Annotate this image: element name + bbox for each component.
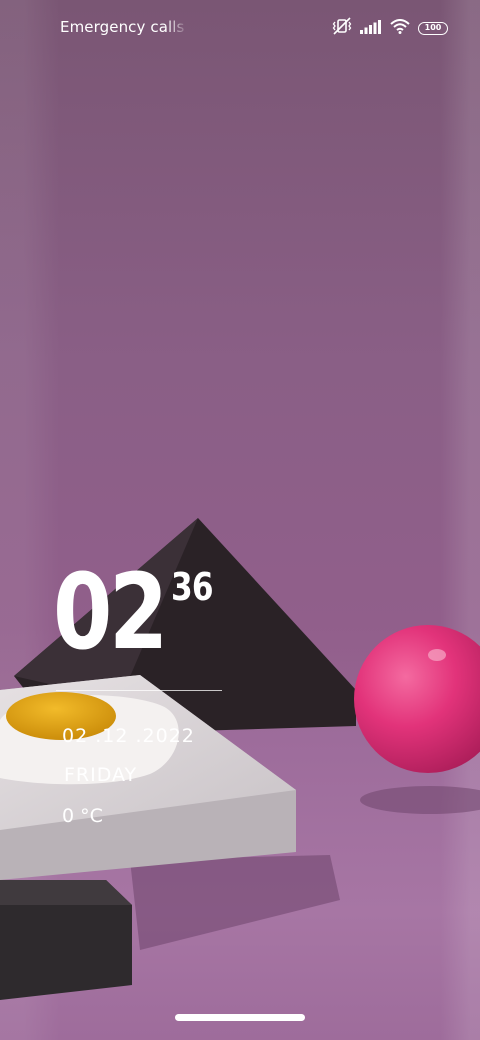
clock-hours: 02: [53, 551, 168, 673]
slab-shadow: [130, 855, 340, 950]
clock-divider: [56, 690, 222, 691]
day-text: FRIDAY: [64, 764, 138, 786]
pink-ball: [354, 625, 480, 773]
temperature-text: 0 °C: [62, 805, 103, 827]
home-indicator[interactable]: [175, 1014, 305, 1021]
ball-shadow: [360, 786, 480, 814]
status-bar: Emergency calls only: [0, 0, 480, 56]
status-icons: 100: [332, 17, 448, 39]
signal-icon: [360, 19, 382, 38]
vibrate-off-icon: [332, 17, 352, 39]
wifi-icon: [390, 18, 410, 38]
ball-highlight: [428, 649, 446, 661]
battery-icon: 100: [418, 21, 448, 35]
wallpaper-scene: [0, 518, 480, 1000]
battery-level: 100: [424, 23, 442, 32]
clock-minutes: 36: [171, 565, 214, 609]
lock-screen: Emergency calls only: [0, 0, 480, 1040]
carrier-status-text: Emergency calls only: [60, 18, 184, 36]
dark-block-top: [0, 880, 132, 905]
date-text: 02 .12 .2022: [62, 725, 195, 747]
